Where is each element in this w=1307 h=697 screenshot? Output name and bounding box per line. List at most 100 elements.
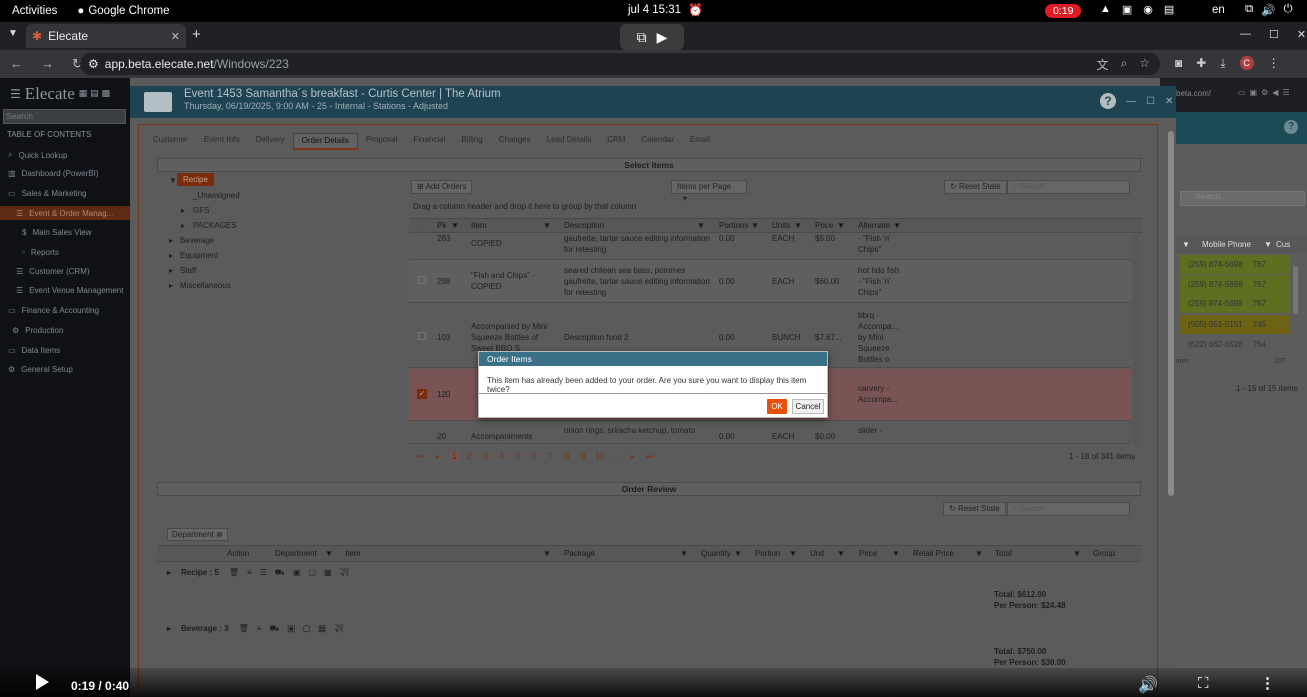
close-tab-icon[interactable]: ✕ [171,30,180,43]
reset-state-button[interactable]: ↻ Reset State [944,180,1007,194]
forward-icon[interactable]: → [41,56,54,72]
table-row[interactable]: (259) 874-5698 767 [1180,275,1290,294]
col-units[interactable]: Units [772,221,790,230]
tray-app2-icon[interactable]: ◉ [1143,3,1153,16]
filter-icon[interactable]: ▼ [734,549,742,558]
col-quantity[interactable]: Quantity [701,549,731,558]
prev-page-icon[interactable]: ◂ [435,452,439,461]
sidebar-item-dashboard[interactable]: ▥ Dashboard (PowerBI) [8,169,98,178]
page-1[interactable]: 1 [449,452,460,461]
row-checkbox[interactable] [418,276,426,284]
table-row[interactable]: 20 Accompaniments onion rings, sriracha … [409,422,1131,444]
tab-delivery[interactable]: Delivery [248,133,293,150]
filter-icon[interactable]: ▼ [789,549,797,558]
chrome-menu-icon[interactable]: ⋮ [1268,56,1280,71]
row-checkbox[interactable] [418,332,426,340]
play-icon[interactable] [36,674,49,690]
sidebar-item-general-setup[interactable]: ⚙ General Setup [8,365,73,374]
sidebar-item-production[interactable]: ⚙ Production [12,326,63,335]
col-item[interactable]: Item [345,549,361,558]
add-orders-button[interactable]: ⊞ Add Orders [411,180,473,194]
group-chip-department[interactable]: Department ⊗ [167,528,228,541]
group-row-beverage[interactable]: ▸ Beverage : 3 🗑≡⛟▣▢▦✈ [167,624,352,634]
select-all-checkbox[interactable]: − [417,221,422,230]
filter-icon[interactable]: ▼ [794,221,802,230]
table-row[interactable]: 283 COPIED gaufrette, tartar sauce editi… [409,234,1131,260]
sidebar-item-venue[interactable]: ☰ Event Venue Management [16,286,123,295]
tab-search-icon[interactable]: ▼ [8,28,18,39]
filter-icon[interactable]: ▼ [543,549,551,558]
expand-icon[interactable]: ▸ [181,206,185,215]
tree-node-packages[interactable]: PACKAGES [193,221,236,230]
profile-avatar[interactable]: C [1239,56,1254,70]
hamburger-icon[interactable]: ☰ [10,87,21,101]
table-row[interactable]: (622) 662-6526 764 [1180,335,1290,354]
col-department[interactable]: Department [275,549,317,558]
tab-customer[interactable]: Customer [145,133,196,150]
extension-icon[interactable]: ◙ [1175,56,1182,71]
filter-icon[interactable]: ▼ [325,549,333,558]
bookmark-star-icon[interactable]: ☆ [1139,56,1150,73]
col-item[interactable]: Item [471,221,487,230]
col-unit[interactable]: Unit [810,549,824,558]
sidebar-item-data-items[interactable]: ▭ Data Items [8,346,60,355]
filter-icon[interactable]: ▼ [751,221,759,230]
tree-node-misc[interactable]: Miscellaneous [180,281,231,290]
filter-icon[interactable]: ▼ [1073,549,1081,558]
items-per-page-select[interactable]: Items per Page ▾ [671,180,747,203]
tab-proposal[interactable]: Proposal [358,133,406,150]
reset-state-button[interactable]: ↻ Reset State [943,502,1006,516]
new-tab-button[interactable]: + [192,26,201,43]
table-row[interactable]: (505) 051-5151 745 [1180,315,1290,334]
tray-app3-icon[interactable]: ▤ [1164,3,1174,16]
sidebar-item-quick-lookup[interactable]: ⌕ Quick Lookup [8,150,67,160]
sidebar-item-customer-crm[interactable]: ☰ Customer (CRM) [16,267,90,276]
first-page-icon[interactable]: ⏮ [417,452,424,462]
page-9[interactable]: 9 [581,452,585,461]
col-package[interactable]: Package [564,549,595,558]
more-options-icon[interactable]: ⋮ [1260,674,1275,692]
tree-node-gfs[interactable]: GFS [193,206,209,215]
tree-node-recipe[interactable]: Recipe [177,173,214,186]
filter-icon[interactable]: ▼ [892,549,900,558]
expand-icon[interactable]: ▸ [169,236,173,245]
items-scrollbar[interactable] [1133,235,1139,445]
page-5[interactable]: 5 [516,452,520,461]
expand-icon[interactable]: ▸ [169,251,173,260]
switch-window-icon[interactable]: ⧉ [637,29,647,46]
table-row[interactable]: 298 "Fish and Chips" - COPIED seared chi… [409,261,1131,303]
page-3[interactable]: 3 [483,452,487,461]
zoom-icon[interactable]: ⌕ [1121,56,1128,73]
download-icon[interactable]: ⤓ [1220,56,1225,71]
volume-icon[interactable]: 🔊 [1138,675,1158,695]
filter-icon[interactable]: ▼ [1182,240,1190,249]
expand-icon[interactable]: ▸ [167,568,171,578]
next-page-icon[interactable]: ▸ [631,452,635,461]
sidebar-item-sales-marketing[interactable]: ▭ Sales & Marketing [8,189,86,198]
fullscreen-icon[interactable]: ⛶ [1198,675,1209,692]
expand-icon[interactable]: ▸ [169,281,173,290]
filter-icon[interactable]: ▼ [837,549,845,558]
remove-chip-icon[interactable]: ⊗ [216,530,223,539]
scrollbar[interactable] [1293,266,1298,314]
table-row[interactable]: (259) 874-5698 767 [1180,255,1290,274]
tab-event-info[interactable]: Event Info [196,133,248,150]
window-scrollbar[interactable] [1168,131,1174,496]
tab-crm[interactable]: CRM [599,133,633,150]
minimize-icon[interactable]: — [1126,96,1136,107]
page-4[interactable]: 4 [499,452,503,461]
col-description[interactable]: Description [564,221,604,230]
group-row-recipe[interactable]: ▸ Recipe : 5 🗑≡☰⛟▣▢▦✈ [167,568,358,578]
tray-app-icon[interactable]: ▣ [1122,3,1132,16]
header-tools-icon[interactable]: ▦ ▤ ▩ [79,89,110,99]
close-icon[interactable]: ✕ [1165,96,1173,107]
cancel-button[interactable]: Cancel [792,399,824,414]
language-indicator[interactable]: en [1212,4,1225,16]
filter-icon[interactable]: ▼ [451,221,459,230]
review-search-input[interactable]: ⌕ Search... [1007,502,1130,516]
background-search-input[interactable]: Search... [1180,191,1305,206]
extensions-puzzle-icon[interactable]: ✚ [1196,56,1206,71]
tab-billing[interactable]: Billing [453,133,490,150]
page-2[interactable]: 2 [467,452,471,461]
help-icon[interactable]: ? [1284,120,1298,134]
